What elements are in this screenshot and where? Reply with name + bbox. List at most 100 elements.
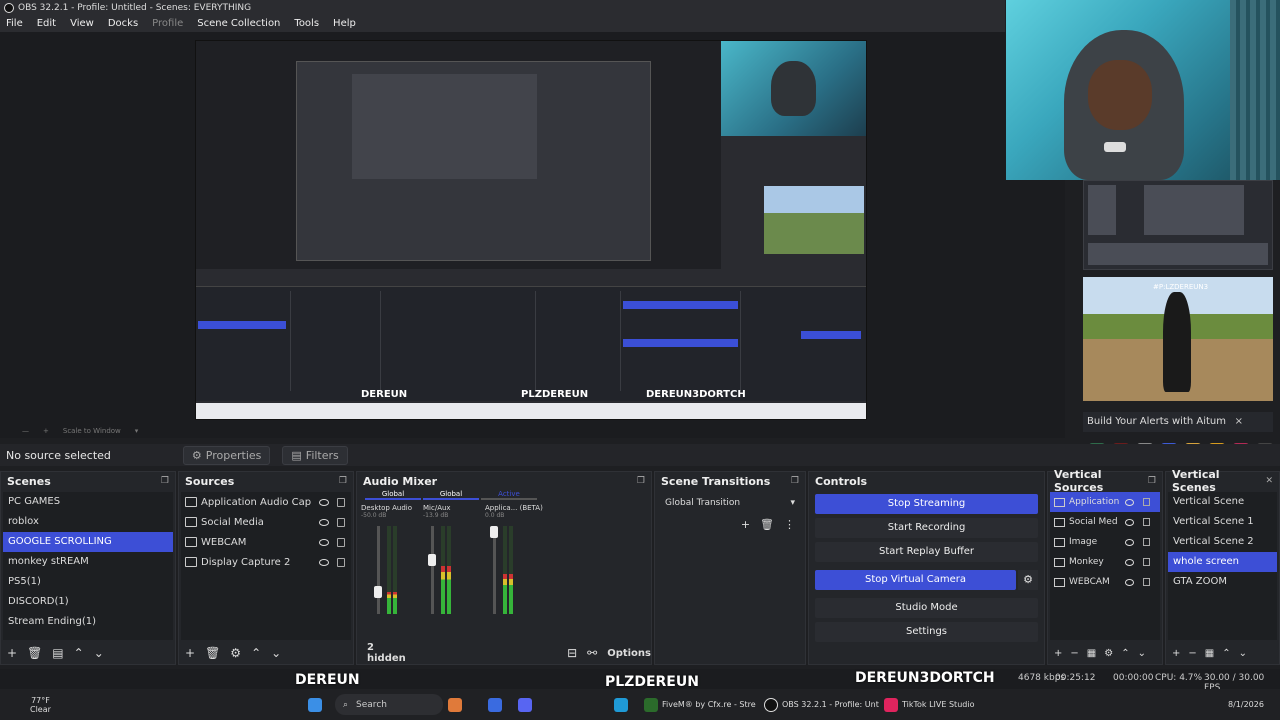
filters-button[interactable]: ▤ Filters bbox=[282, 445, 348, 465]
vertical-scene-item[interactable]: Vertical Scene 1 bbox=[1168, 512, 1277, 532]
menu-edit[interactable]: Edit bbox=[37, 16, 56, 32]
menu-scene-collection[interactable]: Scene Collection bbox=[197, 16, 280, 32]
lock-icon[interactable] bbox=[1143, 518, 1150, 526]
taskbar-app[interactable] bbox=[614, 689, 628, 720]
down-icon[interactable]: ⌄ bbox=[271, 646, 281, 660]
scene-item[interactable]: monkey stREAM bbox=[3, 552, 173, 572]
menu-file[interactable]: File bbox=[6, 16, 23, 32]
minus-icon[interactable]: − bbox=[1188, 648, 1196, 659]
lock-icon[interactable] bbox=[337, 537, 345, 547]
vertical-scene-item[interactable]: Vertical Scene bbox=[1168, 492, 1277, 512]
stop-virtual-camera-button[interactable]: Stop Virtual Camera bbox=[815, 570, 1016, 590]
volume-fader[interactable] bbox=[374, 526, 382, 614]
menu-view[interactable]: View bbox=[70, 16, 94, 32]
zoom-label[interactable]: Scale to Window bbox=[63, 424, 121, 438]
mixer-tab[interactable]: Global bbox=[365, 490, 421, 500]
vertical-scene-item[interactable]: Vertical Scene 2 bbox=[1168, 532, 1277, 552]
menu-tools[interactable]: Tools bbox=[294, 16, 319, 32]
undock-icon[interactable]: ❐ bbox=[161, 476, 169, 486]
more-icon[interactable]: ⋮ bbox=[784, 518, 795, 531]
trash-icon[interactable]: 🗑 bbox=[205, 646, 220, 660]
zoom-minus-icon[interactable]: — bbox=[22, 424, 29, 438]
scene-item[interactable]: roblox bbox=[3, 512, 173, 532]
scene-item[interactable]: PS5(1) bbox=[3, 572, 173, 592]
fader-knob[interactable] bbox=[490, 526, 498, 538]
properties-button[interactable]: ⚙ Properties bbox=[182, 445, 271, 465]
menu-profile[interactable]: Profile bbox=[152, 16, 183, 32]
scene-item[interactable]: PC GAMES bbox=[3, 492, 173, 512]
minus-icon[interactable]: − bbox=[1070, 648, 1078, 659]
lock-icon[interactable] bbox=[1143, 558, 1150, 566]
layout-icon[interactable]: ▦ bbox=[1205, 648, 1214, 659]
source-item[interactable]: Display Capture 2 bbox=[181, 552, 351, 572]
up-icon[interactable]: ⌃ bbox=[251, 646, 261, 660]
eye-icon[interactable] bbox=[1125, 538, 1134, 546]
up-icon[interactable]: ⌃ bbox=[1121, 648, 1129, 659]
source-item[interactable]: Social Media bbox=[181, 512, 351, 532]
source-item[interactable]: Application Audio Capture (B bbox=[181, 492, 351, 512]
undock-icon[interactable]: ❐ bbox=[637, 476, 645, 486]
taskbar-app[interactable] bbox=[448, 689, 462, 720]
start-replay-buffer-button[interactable]: Start Replay Buffer bbox=[815, 542, 1038, 562]
add-icon[interactable]: + bbox=[7, 646, 17, 660]
fader-knob[interactable] bbox=[428, 554, 436, 566]
gear-icon[interactable]: ⚙ bbox=[230, 646, 241, 660]
layout-icon[interactable]: ▦ bbox=[1087, 648, 1096, 659]
gear-icon[interactable]: ⚙ bbox=[1104, 648, 1113, 659]
link-icon[interactable]: ⚯ bbox=[587, 646, 597, 660]
scene-item[interactable]: DISCORD(1) bbox=[3, 592, 173, 612]
vertical-source-item[interactable]: WEBCAM bbox=[1050, 572, 1160, 592]
source-item[interactable]: WEBCAM bbox=[181, 532, 351, 552]
eye-icon[interactable] bbox=[1125, 578, 1134, 586]
clock[interactable]: 8/1/2026 bbox=[1228, 689, 1264, 720]
down-icon[interactable]: ⌄ bbox=[1239, 648, 1247, 659]
weather-widget[interactable]: 77°F Clear bbox=[30, 689, 51, 720]
taskbar-app[interactable] bbox=[518, 689, 532, 720]
zoom-plus-icon[interactable]: + bbox=[43, 424, 49, 438]
studio-mode-button[interactable]: Studio Mode bbox=[815, 598, 1038, 618]
vertical-scene-item-selected[interactable]: whole screen bbox=[1168, 552, 1277, 572]
taskbar-obs[interactable]: OBS 32.2.1 - Profile: Unt bbox=[764, 689, 879, 720]
eye-icon[interactable] bbox=[1125, 498, 1134, 506]
lock-icon[interactable] bbox=[1143, 538, 1150, 546]
vertical-source-item[interactable]: Application bbox=[1050, 492, 1160, 512]
vertical-source-item[interactable]: Image bbox=[1050, 532, 1160, 552]
vertical-source-item[interactable]: Social Med bbox=[1050, 512, 1160, 532]
taskbar-fivem[interactable]: FiveM® by Cfx.re - Stre bbox=[644, 689, 756, 720]
undock-icon[interactable]: ❐ bbox=[791, 476, 799, 486]
preview-canvas[interactable]: DEREUN PLZDEREUN DEREUN3DORTCH bbox=[195, 40, 867, 420]
volume-fader[interactable] bbox=[490, 526, 498, 614]
up-icon[interactable]: ⌃ bbox=[74, 646, 84, 660]
mixer-tab[interactable]: Global bbox=[423, 490, 479, 500]
channel-name[interactable]: Mic/Aux bbox=[423, 504, 481, 512]
lock-icon[interactable] bbox=[337, 497, 345, 507]
menu-docks[interactable]: Docks bbox=[108, 16, 138, 32]
add-icon[interactable]: + bbox=[1172, 648, 1180, 659]
lock-icon[interactable] bbox=[337, 517, 345, 527]
transition-select[interactable]: Global Transition ▾ bbox=[661, 494, 799, 512]
eye-icon[interactable] bbox=[1125, 518, 1134, 526]
hidden-count[interactable]: 2 hidden bbox=[367, 642, 407, 664]
start-button[interactable] bbox=[308, 689, 322, 720]
eye-icon[interactable] bbox=[319, 518, 329, 526]
menu-help[interactable]: Help bbox=[333, 16, 356, 32]
vertical-source-item[interactable]: Monkey bbox=[1050, 552, 1160, 572]
channel-name[interactable]: Desktop Audio bbox=[361, 504, 419, 512]
down-icon[interactable]: ⌄ bbox=[1138, 648, 1146, 659]
settings-button[interactable]: Settings bbox=[815, 622, 1038, 642]
down-icon[interactable]: ⌄ bbox=[94, 646, 104, 660]
filter-icon[interactable]: ▤ bbox=[52, 646, 63, 660]
volume-fader[interactable] bbox=[428, 526, 436, 614]
taskbar-search[interactable]: ⌕ Search bbox=[335, 694, 443, 715]
add-icon[interactable]: + bbox=[185, 646, 195, 660]
start-recording-button[interactable]: Start Recording bbox=[815, 518, 1038, 538]
scene-item-selected[interactable]: GOOGLE SCROLLING bbox=[3, 532, 173, 552]
lock-icon[interactable] bbox=[1143, 578, 1150, 586]
vertical-scene-item[interactable]: GTA ZOOM bbox=[1168, 572, 1277, 592]
taskbar-tiktok[interactable]: TikTok LIVE Studio bbox=[884, 689, 974, 720]
preview-area[interactable]: DEREUN PLZDEREUN DEREUN3DORTCH bbox=[0, 32, 1065, 424]
lock-icon[interactable] bbox=[337, 557, 345, 567]
options-dropdown[interactable]: Options bbox=[607, 648, 651, 659]
add-icon[interactable]: + bbox=[741, 518, 750, 531]
lock-icon[interactable] bbox=[1143, 498, 1150, 506]
